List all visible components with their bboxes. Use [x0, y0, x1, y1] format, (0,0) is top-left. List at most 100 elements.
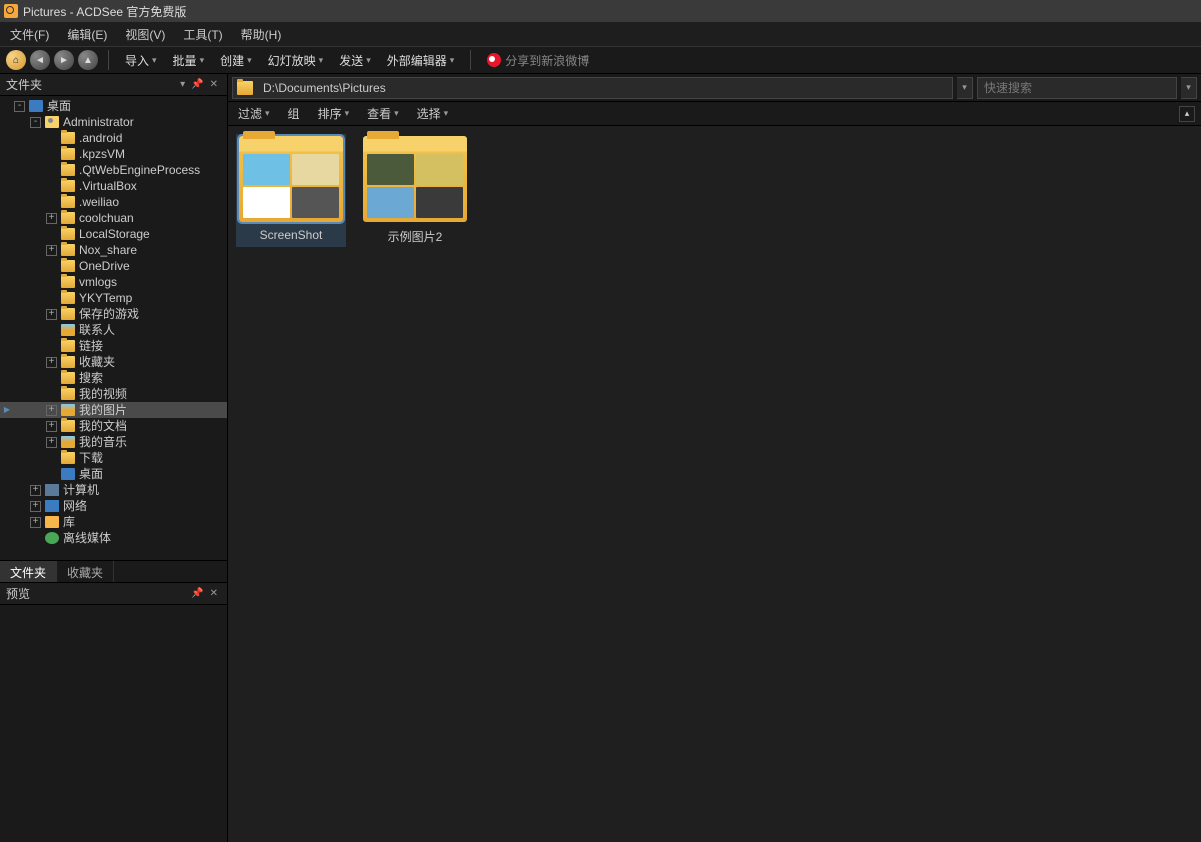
- tree-item-label: 网络: [63, 498, 87, 514]
- tree-row[interactable]: - Administrator: [0, 114, 227, 130]
- view-dropdown[interactable]: 查看: [363, 104, 403, 123]
- external-editor-dropdown[interactable]: 外部编辑器: [381, 50, 461, 71]
- tree-row[interactable]: -桌面: [0, 98, 227, 114]
- expand-icon[interactable]: +: [46, 437, 57, 448]
- tab-folders[interactable]: 文件夹: [0, 561, 57, 582]
- tree-row[interactable]: OneDrive: [0, 258, 227, 274]
- nav-back-button[interactable]: ◄: [30, 50, 50, 70]
- tree-row[interactable]: + 收藏夹: [0, 354, 227, 370]
- import-dropdown[interactable]: 导入: [119, 50, 163, 71]
- tree-item-label: 搜索: [79, 370, 103, 386]
- tree-item-label: 保存的游戏: [79, 306, 139, 322]
- preview-body: [0, 605, 227, 842]
- tree-row[interactable]: + 网络: [0, 498, 227, 514]
- home-button[interactable]: ⌂: [6, 50, 26, 70]
- expand-icon[interactable]: +: [46, 213, 57, 224]
- tab-favorites[interactable]: 收藏夹: [57, 561, 114, 582]
- tree-row[interactable]: +Nox_share: [0, 242, 227, 258]
- tree-item-label: Administrator: [63, 114, 134, 130]
- create-dropdown[interactable]: 创建: [214, 50, 258, 71]
- tree-item-label: 我的文档: [79, 418, 127, 434]
- special-icon: [61, 436, 75, 448]
- thumbnail-preview: [367, 154, 414, 185]
- search-input[interactable]: 快速搜索: [977, 77, 1177, 99]
- expand-icon[interactable]: +: [46, 357, 57, 368]
- tree-row[interactable]: 链接: [0, 338, 227, 354]
- select-dropdown[interactable]: 选择: [413, 104, 453, 123]
- collapse-icon[interactable]: -: [30, 117, 41, 128]
- thumbnail-preview: [243, 154, 290, 185]
- tree-row[interactable]: 下载: [0, 450, 227, 466]
- search-dropdown-icon[interactable]: ▾: [1181, 77, 1197, 99]
- weibo-share-link[interactable]: 分享到新浪微博: [481, 50, 595, 71]
- menu-file[interactable]: 文件(F): [10, 26, 49, 43]
- tree-row[interactable]: 离线媒体: [0, 530, 227, 546]
- menu-help[interactable]: 帮助(H): [241, 26, 282, 43]
- nav-up-button[interactable]: ▲: [78, 50, 98, 70]
- lib-icon: [45, 516, 59, 528]
- folder-thumbnail[interactable]: 示例图片2: [360, 134, 470, 247]
- tree-row[interactable]: .kpzsVM: [0, 146, 227, 162]
- batch-dropdown[interactable]: 批量: [167, 50, 211, 71]
- preview-pin-icon[interactable]: 📌: [188, 588, 206, 599]
- tree-row[interactable]: 联系人: [0, 322, 227, 338]
- tree-row[interactable]: +库: [0, 514, 227, 530]
- search-placeholder: 快速搜索: [984, 79, 1032, 96]
- sort-dropdown[interactable]: 排序: [314, 104, 354, 123]
- menu-tools[interactable]: 工具(T): [183, 26, 222, 43]
- tree-row[interactable]: .QtWebEngineProcess: [0, 162, 227, 178]
- filter-dropdown[interactable]: 过滤: [234, 104, 274, 123]
- tree-row[interactable]: + 我的文档: [0, 418, 227, 434]
- tree-row[interactable]: .weiliao: [0, 194, 227, 210]
- preview-panel-header: 预览 📌 ✕: [0, 583, 227, 605]
- slideshow-dropdown[interactable]: 幻灯放映: [262, 50, 330, 71]
- tree-row[interactable]: +我的图片: [0, 402, 227, 418]
- tree-row[interactable]: 搜索: [0, 370, 227, 386]
- menu-view[interactable]: 视图(V): [125, 26, 165, 43]
- tree-row[interactable]: +我的音乐: [0, 434, 227, 450]
- thumbnail-grid[interactable]: ScreenShot示例图片2: [228, 126, 1201, 842]
- collapse-icon[interactable]: -: [14, 101, 25, 112]
- path-dropdown-icon[interactable]: ▾: [957, 77, 973, 99]
- expand-icon[interactable]: +: [30, 517, 41, 528]
- nav-forward-button[interactable]: ►: [54, 50, 74, 70]
- preview-close-icon[interactable]: ✕: [207, 588, 221, 599]
- tree-row[interactable]: +coolchuan: [0, 210, 227, 226]
- preview-panel-title: 预览: [6, 585, 188, 602]
- folder-tree[interactable]: -桌面-Administrator.android.kpzsVM.QtWebEn…: [0, 96, 227, 560]
- folder-icon: [61, 388, 75, 400]
- special-icon: [61, 404, 75, 416]
- tree-row[interactable]: YKYTemp: [0, 290, 227, 306]
- tree-item-label: 计算机: [63, 482, 99, 498]
- tree-row[interactable]: vmlogs: [0, 274, 227, 290]
- sidebar-tabs: 文件夹 收藏夹: [0, 560, 227, 582]
- tree-item-label: 下载: [79, 450, 103, 466]
- tree-item-label: 我的视频: [79, 386, 127, 402]
- path-field[interactable]: D:\Documents\Pictures: [232, 77, 953, 99]
- expand-icon[interactable]: +: [46, 405, 57, 416]
- folder-thumbnail[interactable]: ScreenShot: [236, 134, 346, 247]
- group-button[interactable]: 组: [284, 104, 304, 123]
- offline-icon: [45, 532, 59, 544]
- panel-pin-icon[interactable]: 📌: [188, 79, 206, 90]
- expand-icon[interactable]: +: [30, 501, 41, 512]
- expand-icon[interactable]: +: [30, 485, 41, 496]
- tree-row[interactable]: 桌面: [0, 466, 227, 482]
- user-icon: [45, 116, 59, 128]
- tree-row[interactable]: .VirtualBox: [0, 178, 227, 194]
- tree-row[interactable]: .android: [0, 130, 227, 146]
- tree-row[interactable]: + 保存的游戏: [0, 306, 227, 322]
- menu-edit[interactable]: 编辑(E): [67, 26, 107, 43]
- panel-close-icon[interactable]: ✕: [207, 79, 221, 90]
- collapse-icon[interactable]: ▴: [1179, 106, 1195, 122]
- expand-icon[interactable]: +: [46, 245, 57, 256]
- tree-item-label: 收藏夹: [79, 354, 115, 370]
- send-dropdown[interactable]: 发送: [333, 50, 377, 71]
- tree-row[interactable]: + 计算机: [0, 482, 227, 498]
- panel-menu-icon[interactable]: ▾: [177, 79, 188, 90]
- tree-row[interactable]: LocalStorage: [0, 226, 227, 242]
- folder-icon: [237, 81, 253, 95]
- tree-row[interactable]: 我的视频: [0, 386, 227, 402]
- expand-icon[interactable]: +: [46, 309, 57, 320]
- expand-icon[interactable]: +: [46, 421, 57, 432]
